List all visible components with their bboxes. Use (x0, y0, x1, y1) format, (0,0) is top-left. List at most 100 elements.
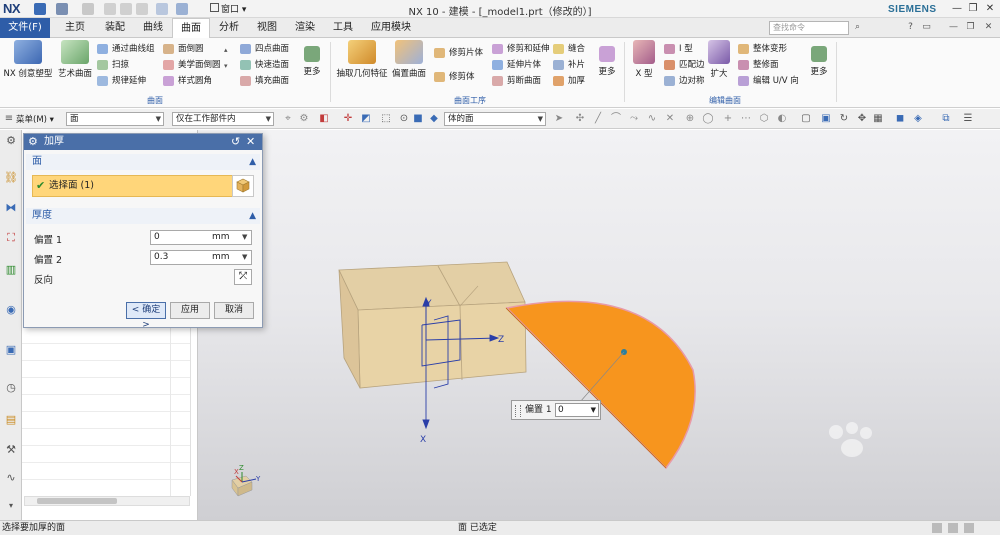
match-edge-button[interactable]: 匹配边 (664, 58, 705, 72)
rapid-surfacing-button[interactable]: 快速造面 (240, 58, 289, 72)
constraint-navigator-icon[interactable]: ⧓ (3, 200, 19, 216)
fit-view-icon[interactable]: ▢ (800, 113, 812, 125)
snap-midpoint-icon[interactable]: ✣ (574, 113, 586, 125)
snap-face-icon[interactable]: ⬡ (758, 113, 770, 125)
snap-quadrant-icon[interactable]: ◐ (776, 113, 788, 125)
tab-file[interactable]: 文件(F) (0, 18, 50, 38)
cancel-button[interactable]: 取消 (214, 302, 254, 319)
thicken-dialog[interactable]: ⚙ 加厚 ↺ ✕ 面 ▲ ✔ 选择面 (1) 厚度 ▲ 偏置 1 0 mm ▼ … (23, 133, 263, 330)
ops-more-button[interactable]: 更多 (594, 40, 620, 77)
select-body-icon[interactable]: ◆ (428, 113, 440, 125)
face-blend-button[interactable]: 面倒圆 (163, 42, 204, 56)
reset-icon[interactable]: ↺ (231, 134, 240, 150)
swept-button[interactable]: 扫掠 (97, 58, 129, 72)
select-face-row[interactable]: ✔ 选择面 (1) (32, 175, 252, 197)
extend-sheet-button[interactable]: 延伸片体 (492, 58, 541, 72)
part-navigator-icon[interactable]: ⛶ (3, 230, 19, 246)
thickness-section-header[interactable]: 厚度 ▲ (26, 208, 260, 224)
chevron-up-icon[interactable]: ▲ (249, 208, 256, 224)
pan-icon[interactable]: ✥ (856, 113, 868, 125)
face-selector-button[interactable] (232, 175, 254, 197)
selection-mode-icon[interactable]: ⊙ (398, 113, 410, 125)
rotate-icon[interactable]: ↻ (838, 113, 850, 125)
face-rule-select[interactable]: 体的面 ▼ (444, 112, 546, 126)
drag-handle-icon[interactable] (515, 405, 521, 417)
reuse-library-icon[interactable]: ▥ (3, 262, 19, 278)
filter-icon[interactable]: ⚙ (298, 113, 310, 125)
trim-sheet-button[interactable]: 修剪片体 (434, 46, 483, 60)
tab-view[interactable]: 视图 (250, 18, 284, 38)
trim-extend-button[interactable]: 修剪和延伸 (492, 42, 550, 56)
tab-analysis[interactable]: 分析 (212, 18, 246, 38)
gear-icon[interactable]: ⚙ (28, 134, 38, 150)
tab-applications[interactable]: 应用模块 (366, 18, 416, 38)
solid-block[interactable] (338, 261, 527, 389)
expand-down-icon[interactable]: ▾ (3, 498, 19, 514)
search-icon[interactable]: ⌕ (851, 21, 864, 34)
reverse-direction-button[interactable]: ⤱ (234, 269, 252, 285)
offset1-input[interactable]: 0 (150, 230, 252, 245)
global-shaping-button[interactable]: 整体变形 (738, 42, 787, 56)
restore-icon[interactable]: ❐ (966, 2, 980, 16)
tab-surface[interactable]: 曲面 (172, 18, 210, 39)
section-view-icon[interactable]: ⧉ (940, 113, 952, 125)
four-point-surface-button[interactable]: 四点曲面 (240, 42, 289, 56)
fill-surface-button[interactable]: 填充曲面 (240, 74, 289, 88)
status-icon[interactable] (948, 523, 958, 533)
edit-more-button[interactable]: 更多 (806, 40, 832, 77)
ok-button[interactable]: < 确定 > (126, 302, 166, 330)
aesthetic-face-blend-button[interactable]: 美学面倒圆 (163, 58, 221, 72)
studio-surface-button[interactable]: 艺术曲面 (56, 40, 94, 79)
chevron-up-icon[interactable]: ▲ (249, 154, 256, 170)
zoom-icon[interactable]: ▣ (820, 113, 832, 125)
apply-button[interactable]: 应用 (170, 302, 210, 319)
sew-button[interactable]: 缝合 (553, 42, 585, 56)
select-feature-icon[interactable]: ◧ (318, 113, 330, 125)
ribbon-close-icon[interactable]: ✕ (982, 21, 995, 34)
offset-floating-input[interactable]: 偏置 1 0 ▼ (511, 400, 601, 420)
snap-circle-icon[interactable]: ◯ (702, 113, 714, 125)
command-search-input[interactable]: 查找命令 (769, 21, 849, 35)
tab-render[interactable]: 渲染 (288, 18, 322, 38)
roles-icon[interactable]: ∿ (3, 470, 19, 486)
menu-button[interactable]: 菜单(M) ▾ (16, 113, 54, 125)
surface-more-button[interactable]: 更多 (298, 40, 326, 77)
chevron-down-icon[interactable]: ▼ (242, 253, 247, 261)
help-icon[interactable]: ? (904, 21, 917, 34)
snap-spline-icon[interactable]: ∿ (646, 113, 658, 125)
snap-arc-center-icon[interactable]: ⊕ (684, 113, 696, 125)
clock-icon[interactable]: ◷ (3, 380, 19, 396)
extract-geometry-button[interactable]: 抽取几何特征 (334, 40, 390, 79)
navigator-scroll-thumb[interactable] (37, 498, 117, 504)
navigator-horizontal-scrollbar[interactable] (24, 496, 190, 506)
snap-endpoint-icon[interactable]: ➤ (553, 113, 565, 125)
snap-line-icon[interactable]: ╱ (592, 113, 604, 125)
assembly-navigator-icon[interactable]: ⛓ (3, 170, 19, 186)
edge-display-icon[interactable]: ◈ (912, 113, 924, 125)
ribbon-restore-icon[interactable]: ❐ (964, 21, 977, 34)
model-scene[interactable]: Y Z X X Z Y (198, 130, 1000, 520)
offset2-unit[interactable]: mm (212, 252, 230, 262)
tab-home[interactable]: 主页 (58, 18, 92, 38)
face-section-header[interactable]: 面 ▲ (26, 154, 260, 170)
edit-uv-direction-button[interactable]: 编辑 U/V 向 (738, 74, 799, 88)
snap-icon[interactable]: ⌖ (282, 113, 294, 125)
thicken-button[interactable]: 加厚 (553, 74, 585, 88)
tab-assembly[interactable]: 装配 (98, 18, 132, 38)
edge-symmetry-button[interactable]: 边对称 (664, 74, 705, 88)
offset2-input[interactable]: 0.3 (150, 250, 252, 265)
offset-floating-value[interactable]: 0 ▼ (555, 403, 599, 417)
snap-point-icon[interactable]: + (722, 113, 734, 125)
process-studio-icon[interactable]: ⚒ (3, 442, 19, 458)
nx-realize-shape-button[interactable]: NX 创意塑型 (2, 40, 54, 79)
gallery-up-icon[interactable]: ▴ (224, 46, 228, 54)
orange-face-surface[interactable] (505, 300, 696, 470)
chevron-down-icon[interactable]: ▼ (242, 233, 247, 241)
selection-scope-select[interactable]: 仅在工作部件内 ▼ (172, 112, 274, 126)
offset-surface-button[interactable]: 偏置曲面 (390, 40, 428, 79)
block-top-face[interactable] (338, 261, 526, 311)
tab-curve[interactable]: 曲线 (136, 18, 170, 38)
select-rectangle-icon[interactable]: ◩ (360, 113, 372, 125)
dialog-title-bar[interactable]: ⚙ 加厚 ↺ ✕ (24, 134, 262, 150)
patch-button[interactable]: 补片 (553, 58, 585, 72)
